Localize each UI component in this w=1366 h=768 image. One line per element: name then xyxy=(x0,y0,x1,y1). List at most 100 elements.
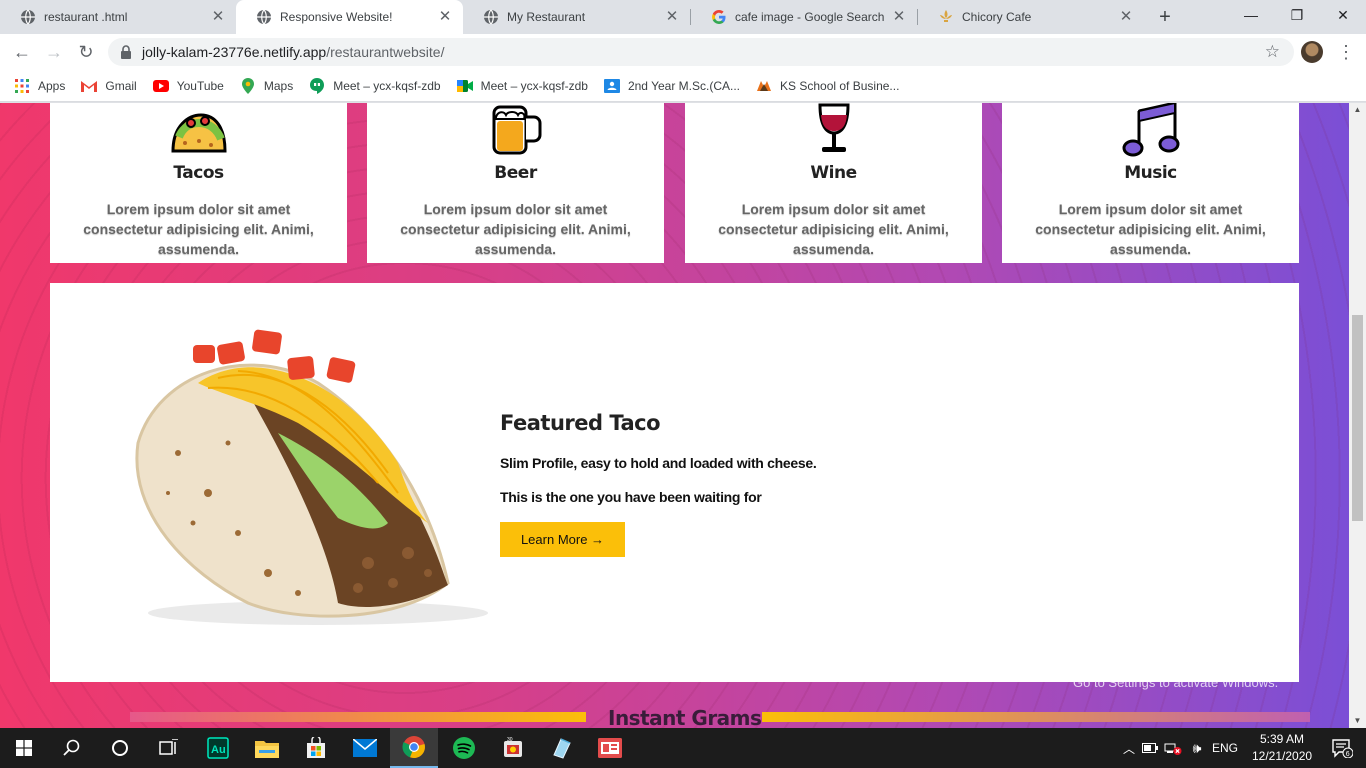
hangouts-icon xyxy=(309,77,325,94)
address-bar[interactable]: jolly-kalam-23776e.netlify.app/restauran… xyxy=(108,38,1294,66)
instant-grams-header: Instant Grams xyxy=(130,706,1310,728)
search-icon[interactable] xyxy=(48,728,96,768)
feature-card-beer: Beer Lorem ipsum dolor sit amet consecte… xyxy=(367,103,664,263)
bookmark-ks-school[interactable]: KS School of Busine... xyxy=(756,78,899,94)
close-tab-icon[interactable]: ✕ xyxy=(1118,9,1134,25)
chrome-icon[interactable] xyxy=(390,728,438,768)
grams-divider-left xyxy=(130,712,586,722)
close-window-button[interactable]: ✕ xyxy=(1320,0,1366,30)
card-title: Music xyxy=(1124,163,1177,183)
close-tab-icon[interactable]: ✕ xyxy=(891,9,907,25)
tab-title: My Restaurant xyxy=(507,10,586,24)
globe-icon xyxy=(256,9,272,25)
scroll-down-arrow-icon[interactable]: ▼ xyxy=(1349,716,1366,726)
taskbar-clock[interactable]: 5:39 AM 12/21/2020 xyxy=(1252,731,1312,765)
tab-my-restaurant[interactable]: My Restaurant ✕ xyxy=(463,0,690,34)
card-title: Tacos xyxy=(173,163,224,183)
learn-more-button[interactable]: Learn More → xyxy=(500,522,625,557)
task-view-icon[interactable] xyxy=(144,728,192,768)
tab-cafe-image-search[interactable]: cafe image - Google Search ✕ xyxy=(691,0,917,34)
gmail-icon xyxy=(81,78,98,94)
restore-button[interactable]: ❐ xyxy=(1274,0,1320,30)
battery-icon[interactable] xyxy=(1138,743,1162,753)
svg-text:30: 30 xyxy=(507,737,513,743)
taco-icon xyxy=(169,105,229,157)
profile-avatar[interactable] xyxy=(1301,41,1323,63)
bookmark-meet-2[interactable]: Meet – ycx-kqsf-zdb xyxy=(456,78,588,94)
microsoft-store-icon[interactable] xyxy=(292,728,340,768)
page-viewport: Tacos Lorem ipsum dolor sit amet consect… xyxy=(0,103,1349,728)
cortana-icon[interactable] xyxy=(96,728,144,768)
globe-icon xyxy=(483,9,499,25)
bookmark-star-icon[interactable]: ☆ xyxy=(1265,42,1280,62)
bookmark-label: Meet – ycx-kqsf-zdb xyxy=(480,78,588,93)
clock-date: 12/21/2020 xyxy=(1252,749,1313,763)
more-menu-icon[interactable]: ⋮ xyxy=(1336,40,1356,64)
clock-time: 5:39 AM xyxy=(1259,732,1305,746)
feature-card-music: Music Lorem ipsum dolor sit amet consect… xyxy=(1002,103,1299,263)
activate-windows-watermark: Activate Windows Go to Settings to activ… xyxy=(1073,650,1278,690)
bookmark-label: KS School of Busine... xyxy=(780,78,900,93)
bookmark-classroom[interactable]: 2nd Year M.Sc.(CA... xyxy=(603,78,741,94)
lock-icon[interactable] xyxy=(120,45,132,59)
presentation-app-icon[interactable] xyxy=(586,728,634,768)
mail-icon[interactable] xyxy=(341,728,389,768)
minimize-button[interactable]: — xyxy=(1228,0,1274,30)
beer-mug-icon xyxy=(486,105,546,157)
chevron-up-icon[interactable]: ︿ xyxy=(1120,740,1138,757)
tab-restaurant-html[interactable]: restaurant .html ✕ xyxy=(0,0,236,34)
taco-image xyxy=(98,323,498,633)
featured-tagline: Slim Profile, easy to hold and loaded wi… xyxy=(500,455,817,471)
close-tab-icon[interactable]: ✕ xyxy=(437,9,453,25)
language-indicator[interactable]: ENG xyxy=(1210,741,1240,755)
classroom-icon xyxy=(603,78,620,94)
tab-chicory-cafe[interactable]: Chicory Cafe ✕ xyxy=(918,0,1144,34)
featured-text: Featured Taco Slim Profile, easy to hold… xyxy=(500,411,817,557)
google-icon xyxy=(711,9,727,25)
bookmark-meet-1[interactable]: Meet – ycx-kqsf-zdb xyxy=(309,77,441,94)
watermark-title: Activate Windows xyxy=(1073,650,1216,670)
notification-count: 6 xyxy=(1346,751,1350,758)
grams-divider-right xyxy=(762,712,1310,722)
url-host: jolly-kalam-23776e.netlify.app xyxy=(142,44,327,60)
audition-app-icon[interactable]: Au xyxy=(194,728,242,768)
bookmark-apps[interactable]: Apps xyxy=(14,78,65,94)
featured-title: Featured Taco xyxy=(500,411,661,435)
card-description: Lorem ipsum dolor sit amet consectetur a… xyxy=(1035,201,1266,257)
forward-arrow-icon[interactable]: → xyxy=(42,40,66,64)
featured-subline: This is the one you have been waiting fo… xyxy=(500,489,762,505)
close-tab-icon[interactable]: ✕ xyxy=(664,9,680,25)
notification-center-icon[interactable]: 6 xyxy=(1318,728,1366,768)
meet-icon xyxy=(456,78,473,94)
windows-start-icon[interactable] xyxy=(0,728,48,768)
bookmarks-bar: Apps Gmail YouTube Maps Meet – ycx-kqsf-… xyxy=(0,70,1366,102)
media-app-icon[interactable]: 30 xyxy=(489,728,537,768)
back-arrow-icon[interactable]: ← xyxy=(10,40,34,64)
file-explorer-icon[interactable] xyxy=(243,728,291,768)
volume-icon[interactable]: 🕪 xyxy=(1184,740,1210,757)
new-tab-button[interactable]: + xyxy=(1154,6,1176,28)
bookmark-label: Maps xyxy=(263,78,294,93)
svg-text:Au: Au xyxy=(211,744,226,756)
card-title: Beer xyxy=(494,163,537,183)
bookmark-gmail[interactable]: Gmail xyxy=(81,78,137,94)
network-disconnected-icon[interactable] xyxy=(1162,741,1184,755)
bookmark-youtube[interactable]: YouTube xyxy=(152,78,224,94)
watermark-subtitle: Go to Settings to activate Windows. xyxy=(1073,675,1279,690)
scrollbar-thumb[interactable] xyxy=(1352,315,1363,521)
tab-responsive-website[interactable]: Responsive Website! ✕ xyxy=(236,0,463,34)
globe-icon xyxy=(20,9,36,25)
scroll-up-arrow-icon[interactable]: ▲ xyxy=(1349,105,1366,115)
card-description: Lorem ipsum dolor sit amet consectetur a… xyxy=(83,201,314,257)
bookmark-label: Apps xyxy=(38,78,66,93)
close-tab-icon[interactable]: ✕ xyxy=(210,9,226,25)
bookmark-label: Meet – ycx-kqsf-zdb xyxy=(333,78,441,93)
reload-icon[interactable]: ↻ xyxy=(74,40,98,64)
page-scrollbar[interactable]: ▲ ▼ xyxy=(1349,103,1366,728)
bookmark-label: 2nd Year M.Sc.(CA... xyxy=(627,78,741,93)
card-description: Lorem ipsum dolor sit amet consectetur a… xyxy=(400,201,631,257)
bookmark-maps[interactable]: Maps xyxy=(240,77,294,94)
music-note-icon xyxy=(1121,103,1181,157)
notebook-app-icon[interactable] xyxy=(538,728,586,768)
spotify-icon[interactable] xyxy=(440,728,488,768)
